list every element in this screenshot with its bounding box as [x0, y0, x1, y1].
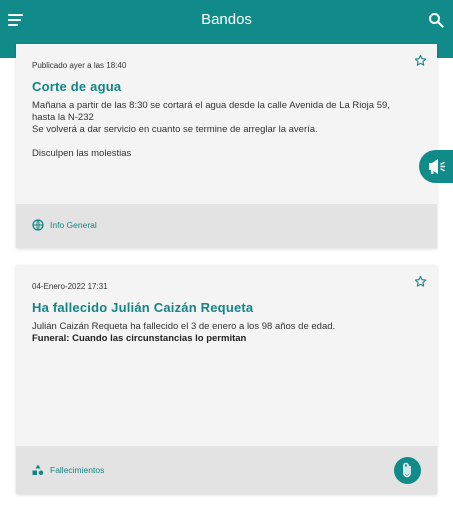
bando-body: Julián Caizán Requeta ha fallecido el 3 … [32, 321, 336, 332]
bando-card[interactable]: Publicado ayer a las 18:40 Corte de agua… [16, 44, 437, 248]
page-title: Bandos [201, 11, 252, 28]
category-label: Fallecimientos [50, 465, 105, 475]
bando-title[interactable]: Corte de agua [32, 79, 121, 94]
publish-date: Publicado ayer a las 18:40 [32, 61, 127, 70]
category-label: Info General [50, 220, 97, 230]
announce-button[interactable] [419, 150, 453, 183]
globe-icon [32, 219, 44, 231]
category-tag[interactable]: Fallecimientos [32, 464, 104, 476]
search-icon[interactable] [428, 12, 444, 28]
attachment-button[interactable] [394, 457, 421, 484]
category-tag[interactable]: Info General [32, 219, 97, 231]
paperclip-icon [403, 462, 411, 478]
card-footer: Info General [16, 204, 437, 248]
bando-body: Mañana a partir de las 8:30 se cortará e… [32, 100, 390, 159]
bando-body-bold: Funeral: Cuando las circunstancias lo pe… [32, 333, 247, 344]
bando-card[interactable]: 04-Enero-2022 17:31 Ha fallecido Julián … [16, 265, 437, 494]
bando-title[interactable]: Ha fallecido Julián Caizán Requeta [32, 300, 253, 315]
publish-date: 04-Enero-2022 17:31 [32, 282, 108, 291]
megaphone-icon [429, 159, 446, 174]
card-footer: Fallecimientos [16, 446, 437, 494]
star-icon[interactable] [414, 54, 427, 67]
shapes-icon [32, 464, 44, 475]
star-icon[interactable] [414, 275, 427, 288]
